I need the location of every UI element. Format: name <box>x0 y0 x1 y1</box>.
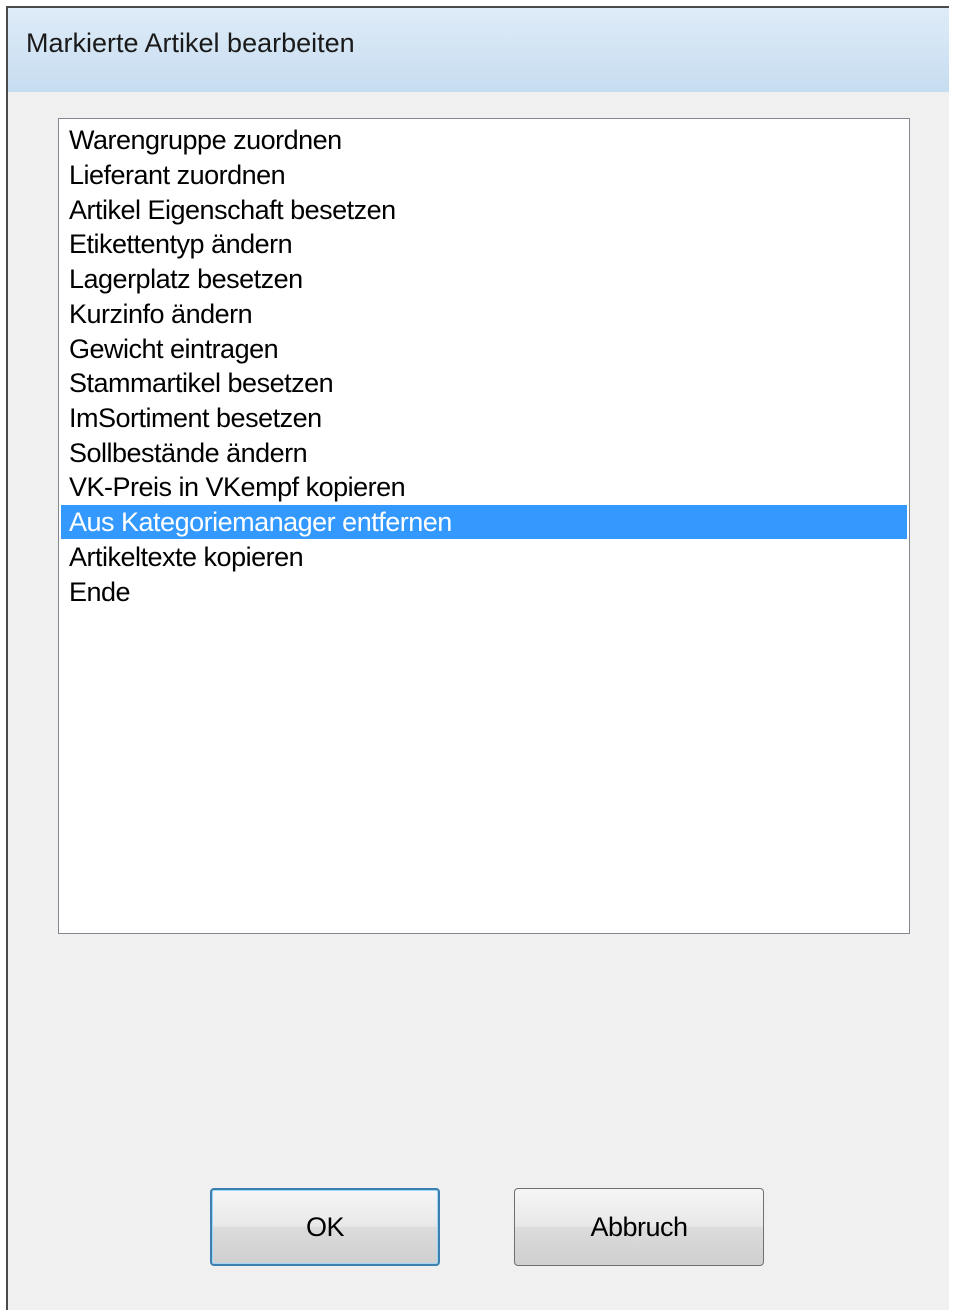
dialog-title: Markierte Artikel bearbeiten <box>26 28 355 58</box>
cancel-button[interactable]: Abbruch <box>514 1188 764 1266</box>
ok-button[interactable]: OK <box>210 1188 440 1266</box>
list-item[interactable]: Sollbestände ändern <box>61 436 907 470</box>
list-item[interactable]: Artikel Eigenschaft besetzen <box>61 193 907 227</box>
list-item[interactable]: Etikettentyp ändern <box>61 227 907 261</box>
list-item[interactable]: Lagerplatz besetzen <box>61 262 907 296</box>
list-item-selected[interactable]: Aus Kategoriemanager entfernen <box>61 505 907 539</box>
list-item[interactable]: VK-Preis in VKempf kopieren <box>61 470 907 504</box>
list-item[interactable]: Gewicht eintragen <box>61 332 907 366</box>
list-item[interactable]: ImSortiment besetzen <box>61 401 907 435</box>
list-item[interactable]: Stammartikel besetzen <box>61 366 907 400</box>
action-listbox[interactable]: Warengruppe zuordnen Lieferant zuordnen … <box>58 118 910 934</box>
title-bar[interactable]: Markierte Artikel bearbeiten <box>8 8 949 92</box>
dialog-window: Markierte Artikel bearbeiten Warengruppe… <box>6 6 949 1310</box>
list-item[interactable]: Warengruppe zuordnen <box>61 123 907 157</box>
list-item[interactable]: Lieferant zuordnen <box>61 158 907 192</box>
dialog-client-area: Warengruppe zuordnen Lieferant zuordnen … <box>8 92 949 1310</box>
list-item[interactable]: Ende <box>61 575 907 609</box>
list-item[interactable]: Artikeltexte kopieren <box>61 540 907 574</box>
list-item[interactable]: Kurzinfo ändern <box>61 297 907 331</box>
